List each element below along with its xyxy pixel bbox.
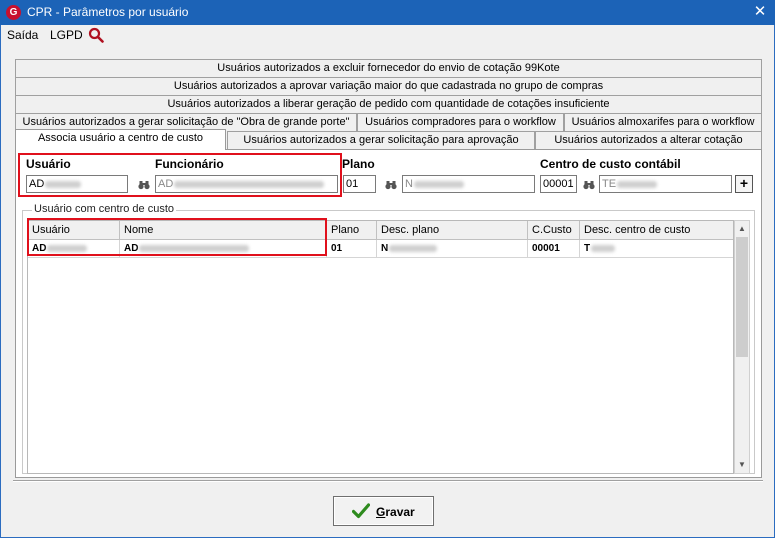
scroll-up-icon[interactable]: ▲ (735, 221, 749, 237)
cell-nome: AD (120, 240, 327, 258)
tab-excluir-fornecedor-99kote[interactable]: Usuários autorizados a excluir fornecedo… (15, 59, 762, 77)
tab-aprovar-variacao[interactable]: Usuários autorizados a aprovar variação … (15, 77, 762, 95)
user-cost-center-grid: Usuário Nome Plano Desc. plano C.Custo D… (27, 220, 734, 474)
plano-desc-field: N (402, 175, 535, 193)
search-icon[interactable] (88, 27, 104, 43)
plus-icon: + (739, 175, 749, 191)
check-icon (352, 503, 370, 519)
funcionario-label: Funcionário (155, 157, 224, 171)
scroll-down-icon[interactable]: ▼ (735, 457, 749, 473)
binoculars-icon[interactable] (138, 180, 150, 190)
centro-custo-label: Centro de custo contábil (540, 157, 681, 171)
plano-label: Plano (342, 157, 375, 171)
column-header-plano[interactable]: Plano (327, 221, 377, 240)
plano-value: 01 (346, 178, 359, 190)
tab-compradores-workflow[interactable]: Usuários compradores para o workflow (357, 113, 564, 131)
column-header-desc-centro-custo[interactable]: Desc. centro de custo (580, 221, 733, 240)
scroll-thumb[interactable] (736, 237, 748, 357)
usuario-label: Usuário (26, 157, 71, 171)
cell-usuario: AD (28, 240, 120, 258)
funcionario-value: AD (158, 178, 174, 190)
column-header-nome[interactable]: Nome (120, 221, 327, 240)
centro-custo-desc-field: TE (599, 175, 732, 193)
binoculars-icon[interactable] (385, 180, 397, 190)
close-icon[interactable]: ✕ (745, 0, 775, 25)
usuario-field[interactable]: AD (26, 175, 128, 193)
usuario-value: AD (29, 178, 45, 190)
add-button[interactable]: + (735, 175, 753, 193)
tab-alterar-cotacao[interactable]: Usuários autorizados a alterar cotação (535, 131, 762, 149)
group-legend: Usuário com centro de custo (32, 203, 177, 215)
tab-liberar-pedido-cotacoes[interactable]: Usuários autorizados a liberar geração d… (15, 95, 762, 113)
gravar-button[interactable]: Gravar (333, 496, 434, 526)
centro-custo-desc-value: TE (602, 178, 617, 190)
centro-custo-field[interactable]: 00001 (540, 175, 577, 193)
tab-solicitacao-aprovacao[interactable]: Usuários autorizados a gerar solicitação… (227, 131, 535, 149)
cell-plano: 01 (327, 240, 377, 258)
menu-bar: Saída LGPD (0, 25, 775, 46)
binoculars-icon[interactable] (583, 180, 595, 190)
column-header-desc-plano[interactable]: Desc. plano (377, 221, 528, 240)
cell-desc-centro-custo: T (580, 240, 733, 258)
centro-custo-value: 00001 (543, 178, 574, 190)
title-bar: G CPR - Parâmetros por usuário ✕ (0, 0, 775, 25)
tab-associa-centro-custo[interactable]: Associa usuário a centro de custo (15, 129, 226, 150)
tab-almoxarifes-workflow[interactable]: Usuários almoxarifes para o workflow (564, 113, 762, 131)
cell-desc-plano: N (377, 240, 528, 258)
gravar-label: Gravar (376, 505, 415, 519)
menu-item-saida[interactable]: Saída (7, 28, 38, 42)
menu-item-lgpd[interactable]: LGPD (50, 28, 83, 42)
plano-field[interactable]: 01 (343, 175, 376, 193)
app-logo-icon: G (6, 5, 21, 20)
plano-desc-value: N (405, 178, 413, 190)
vertical-scrollbar[interactable]: ▲ ▼ (734, 220, 750, 474)
cell-ccusto: 00001 (528, 240, 580, 258)
funcionario-field[interactable]: AD (155, 175, 338, 193)
separator (13, 480, 763, 482)
column-header-usuario[interactable]: Usuário (28, 221, 120, 240)
column-header-ccusto[interactable]: C.Custo (528, 221, 580, 240)
window-title: CPR - Parâmetros por usuário (27, 5, 189, 19)
